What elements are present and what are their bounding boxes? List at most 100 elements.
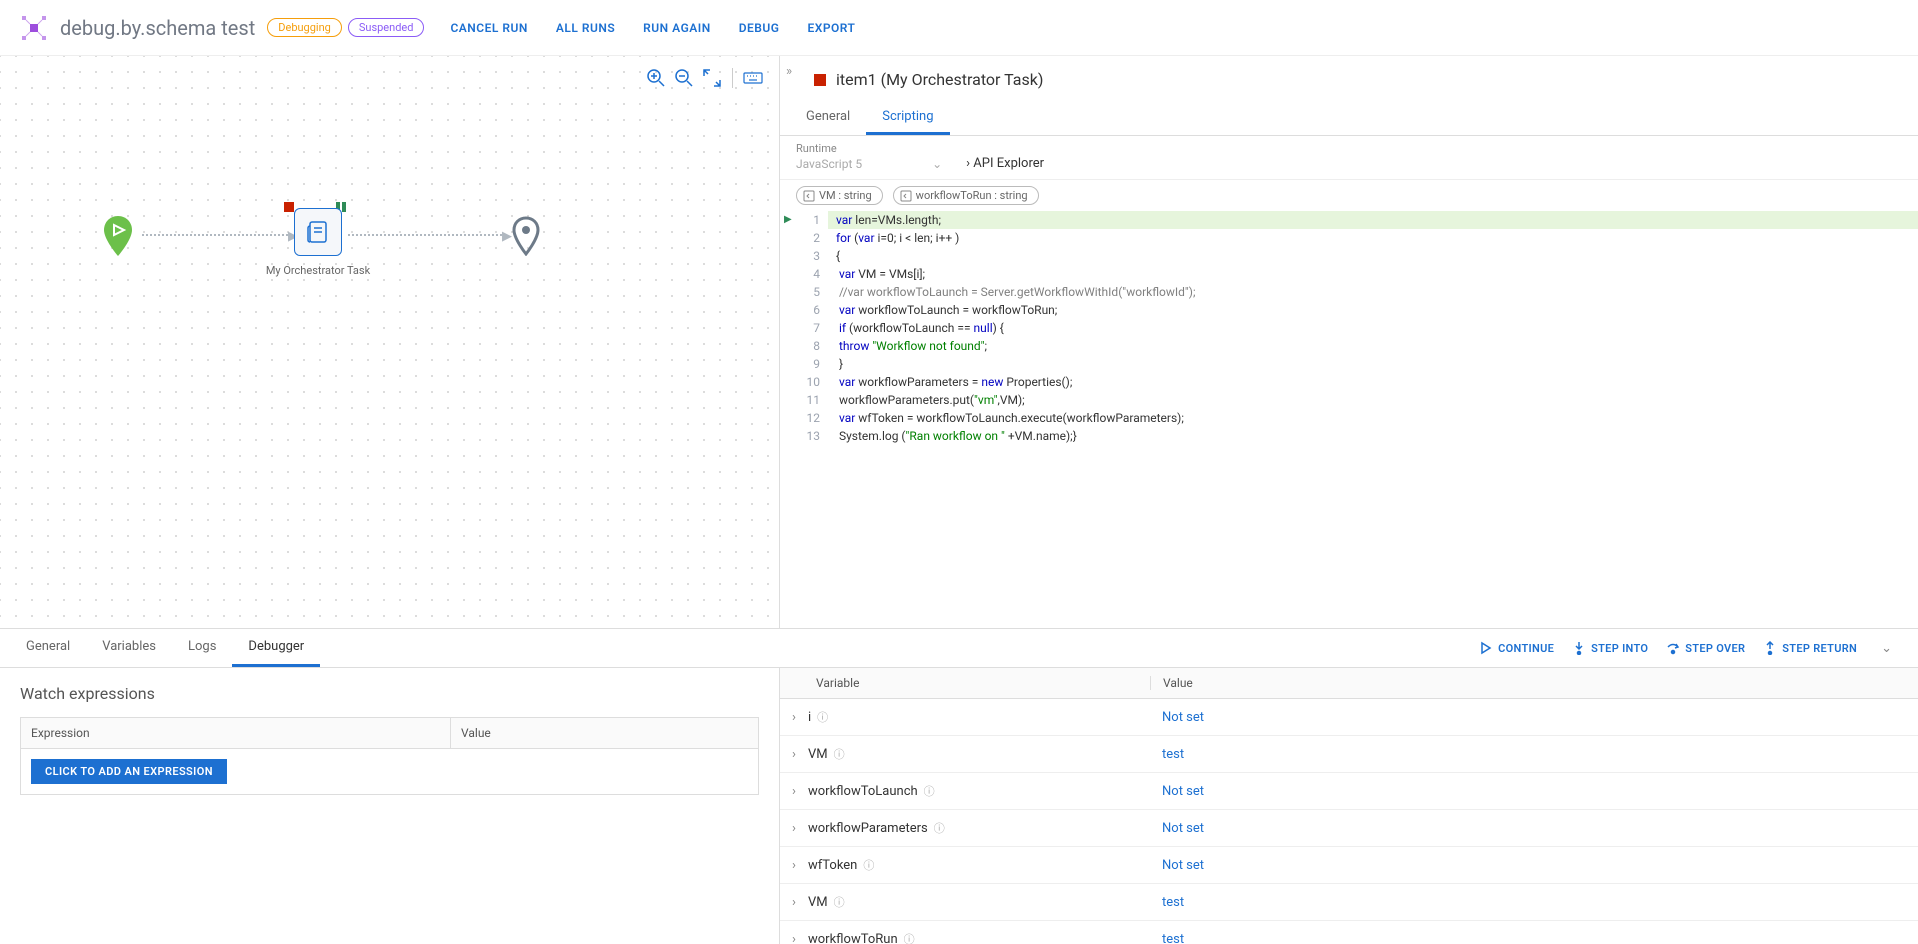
vars-col-value: Value — [1150, 676, 1918, 690]
task-node-label: My Orchestrator Task — [250, 264, 386, 277]
code-line[interactable]: System.log ("Ran workflow on " +VM.name)… — [828, 427, 1918, 445]
param-pill-vm[interactable]: VM : string — [796, 186, 883, 205]
variable-row[interactable]: ›VM ⓘtest — [780, 884, 1918, 921]
variable-row[interactable]: ›workflowParameters ⓘNot set — [780, 810, 1918, 847]
continue-button[interactable]: CONTINUE — [1479, 641, 1554, 656]
btab-general[interactable]: General — [10, 629, 86, 667]
expand-debug-icon[interactable]: ⌄ — [1875, 641, 1898, 656]
export-button[interactable]: EXPORT — [807, 21, 855, 35]
variable-value: test — [1150, 932, 1918, 944]
param-pills: VM : string workflowToRun : string — [780, 180, 1918, 211]
param-pill-workflow[interactable]: workflowToRun : string — [893, 186, 1039, 205]
workflow-canvas[interactable]: ▶ My Orchestrator Task ▶ — [0, 56, 780, 628]
step-over-button[interactable]: STEP OVER — [1666, 641, 1745, 656]
tab-general[interactable]: General — [790, 101, 866, 135]
run-again-button[interactable]: RUN AGAIN — [643, 21, 711, 35]
step-return-button[interactable]: STEP RETURN — [1763, 641, 1857, 656]
variable-name: wfToken ⓘ — [808, 857, 1150, 873]
runtime-label: Runtime — [796, 142, 942, 155]
code-editor[interactable]: ▶ 12345678910111213 var len=VMs.length;f… — [780, 211, 1918, 445]
code-line[interactable]: throw "Workflow not found"; — [828, 337, 1918, 355]
variable-row[interactable]: ›VM ⓘtest — [780, 736, 1918, 773]
variable-name: VM ⓘ — [808, 894, 1150, 910]
chevron-right-icon[interactable]: › — [780, 858, 808, 873]
start-node[interactable] — [100, 214, 136, 258]
header-actions: CANCEL RUN ALL RUNS RUN AGAIN DEBUG EXPO… — [450, 21, 855, 35]
watch-panel: Watch expressions Expression Value CLICK… — [0, 668, 780, 944]
code-line[interactable]: } — [828, 355, 1918, 373]
variable-value: Not set — [1150, 710, 1918, 725]
fit-screen-icon[interactable] — [702, 68, 722, 88]
item-header: item1 (My Orchestrator Task) — [780, 66, 1918, 101]
chevron-right-icon[interactable]: › — [780, 895, 808, 910]
chevron-right-icon[interactable]: › — [780, 784, 808, 799]
code-line[interactable]: { — [828, 247, 1918, 265]
bottom-tab-row: General Variables Logs Debugger CONTINUE… — [0, 629, 1918, 668]
watch-table: Expression Value CLICK TO ADD AN EXPRESS… — [20, 717, 759, 795]
variables-panel: Variable Value ›i ⓘNot set›VM ⓘtest›work… — [780, 668, 1918, 944]
main-area: ▶ My Orchestrator Task ▶ » item1 (My Orc… — [0, 56, 1918, 628]
code-line[interactable]: //var workflowToLaunch = Server.getWorkf… — [828, 283, 1918, 301]
info-icon[interactable]: ⓘ — [924, 783, 935, 799]
current-line-icon: ▶ — [780, 211, 798, 229]
end-node[interactable] — [510, 216, 542, 260]
all-runs-button[interactable]: ALL RUNS — [556, 21, 615, 35]
variable-row[interactable]: ›wfToken ⓘNot set — [780, 847, 1918, 884]
variable-row[interactable]: ›workflowToLaunch ⓘNot set — [780, 773, 1918, 810]
breakpoint-icon[interactable] — [284, 202, 294, 212]
app-logo — [20, 14, 48, 42]
workflow-title: debug.by.schema test — [60, 16, 255, 40]
info-icon[interactable]: ⓘ — [834, 894, 845, 910]
variable-name: VM ⓘ — [808, 746, 1150, 762]
runtime-bar: Runtime JavaScript 5⌄ › API Explorer — [780, 136, 1918, 180]
zoom-out-icon[interactable] — [674, 68, 694, 88]
variable-name: i ⓘ — [808, 709, 1150, 725]
chevron-right-icon[interactable]: › — [780, 710, 808, 725]
code-line[interactable]: var VM = VMs[i]; — [828, 265, 1918, 283]
code-line[interactable]: var len=VMs.length; — [828, 211, 1918, 229]
code-line[interactable]: workflowParameters.put("vm",VM); — [828, 391, 1918, 409]
step-into-button[interactable]: STEP INTO — [1572, 641, 1648, 656]
zoom-in-icon[interactable] — [646, 68, 666, 88]
btab-debugger[interactable]: Debugger — [232, 629, 320, 667]
code-line[interactable]: var workflowParameters = new Properties(… — [828, 373, 1918, 391]
variable-value: test — [1150, 747, 1918, 762]
info-icon[interactable]: ⓘ — [863, 857, 874, 873]
code-line[interactable]: var wfToken = workflowToLaunch.execute(w… — [828, 409, 1918, 427]
btab-variables[interactable]: Variables — [86, 629, 172, 667]
variable-row[interactable]: ›i ⓘNot set — [780, 699, 1918, 736]
debug-actions: CONTINUE STEP INTO STEP OVER STEP RETURN… — [1479, 641, 1908, 656]
code-content[interactable]: var len=VMs.length;for (var i=0; i < len… — [828, 211, 1918, 445]
edge-task-end: ▶ — [348, 234, 506, 235]
code-line[interactable]: if (workflowToLaunch == null) { — [828, 319, 1918, 337]
cancel-run-button[interactable]: CANCEL RUN — [450, 21, 527, 35]
variable-name: workflowParameters ⓘ — [808, 820, 1150, 836]
code-line[interactable]: for (var i=0; i < len; i++ ) — [828, 229, 1918, 247]
info-icon[interactable]: ⓘ — [934, 820, 945, 836]
task-node[interactable] — [294, 208, 342, 256]
debug-button[interactable]: DEBUG — [739, 21, 780, 35]
tab-scripting[interactable]: Scripting — [866, 101, 949, 135]
chevron-right-icon[interactable]: › — [780, 821, 808, 836]
variable-row[interactable]: ›workflowToRun ⓘtest — [780, 921, 1918, 944]
variable-value: Not set — [1150, 784, 1918, 799]
info-icon[interactable]: ⓘ — [904, 931, 915, 944]
collapse-panel-icon[interactable]: » — [786, 64, 792, 79]
breakpoint-square-icon — [814, 74, 826, 86]
chevron-right-icon[interactable]: › — [780, 747, 808, 762]
chevron-down-icon: ⌄ — [932, 157, 942, 171]
chevron-right-icon[interactable]: › — [780, 932, 808, 944]
info-icon[interactable]: ⓘ — [817, 709, 828, 725]
runtime-select[interactable]: JavaScript 5⌄ — [796, 157, 942, 171]
variable-name: workflowToRun ⓘ — [808, 931, 1150, 944]
watch-col-value: Value — [451, 718, 758, 748]
vars-col-variable: Variable — [780, 676, 1150, 690]
keyboard-icon[interactable] — [743, 68, 763, 88]
api-explorer-link[interactable]: › API Explorer — [966, 156, 1044, 171]
variable-value: Not set — [1150, 858, 1918, 873]
code-line[interactable]: var workflowToLaunch = workflowToRun; — [828, 301, 1918, 319]
info-icon[interactable]: ⓘ — [834, 746, 845, 762]
canvas-toolbar — [646, 68, 763, 88]
btab-logs[interactable]: Logs — [172, 629, 232, 667]
add-expression-button[interactable]: CLICK TO ADD AN EXPRESSION — [31, 759, 227, 784]
